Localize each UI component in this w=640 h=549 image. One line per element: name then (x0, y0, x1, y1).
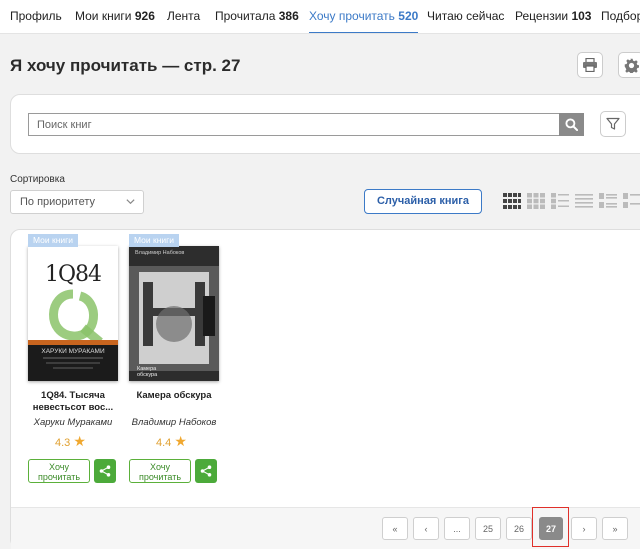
view-list-icon[interactable] (575, 193, 593, 209)
view-compact-icon[interactable] (623, 193, 640, 209)
book-title-line: Камера обскура (136, 390, 212, 401)
nav-tab-count: 520 (398, 9, 419, 23)
view-grid-medium-icon[interactable] (527, 193, 545, 209)
filter-icon (606, 117, 620, 130)
search-icon (565, 118, 578, 131)
page-button-25[interactable]: 25 (475, 517, 501, 540)
share-button[interactable] (195, 459, 217, 483)
star-icon: ★ (73, 433, 86, 449)
view-grid-list-icon[interactable] (551, 193, 569, 209)
printer-icon (583, 58, 597, 72)
page-button-26[interactable]: 26 (506, 517, 532, 540)
filter-button[interactable] (600, 111, 626, 137)
book-cover-art (129, 246, 219, 381)
top-navigation: Профиль Мои книги 926 Лента Прочитала 38… (0, 0, 640, 34)
sort-select[interactable]: По приоритету (10, 190, 144, 214)
gear-icon (624, 58, 639, 73)
my-books-badge: Мои книги (129, 234, 180, 247)
book-title-line: 1Q84. Тысяча (41, 390, 105, 401)
nav-tab-label: Профиль (10, 9, 62, 23)
book-rating: 4.3 ★ (55, 433, 86, 450)
cover-title-text: 1Q84 (44, 262, 102, 287)
share-button[interactable] (94, 459, 116, 483)
nav-tab-label: Подбор (601, 9, 640, 23)
book-author[interactable]: Владимир Набоков (119, 417, 229, 428)
nav-tab-count: 926 (134, 9, 155, 23)
view-detailed-list-icon[interactable] (599, 193, 617, 209)
nav-tab-reviews[interactable]: Рецензии 103 (515, 0, 592, 33)
cover-author-text: Владимир Набоков (135, 250, 185, 256)
nav-tab-label: Хочу прочитать (309, 9, 395, 23)
settings-button[interactable] (618, 52, 640, 78)
search-input[interactable] (28, 113, 559, 136)
cover-title-text: Камера обскура (137, 366, 158, 378)
random-book-button[interactable]: Случайная книга (364, 189, 482, 214)
page-title: Я хочу прочитать — стр. 27 (10, 56, 241, 75)
want-to-read-button[interactable]: Хочу прочитать (28, 459, 90, 483)
nav-tab-profile[interactable]: Профиль (10, 0, 62, 33)
sort-selected-value: По приоритету (20, 196, 96, 208)
print-button[interactable] (577, 52, 603, 78)
nav-tab-read[interactable]: Прочитала 386 (215, 0, 299, 33)
nav-tab-feed[interactable]: Лента (167, 0, 201, 33)
book-author[interactable]: Харуки Мураками (18, 417, 128, 428)
rating-value: 4.3 (55, 437, 71, 449)
nav-tab-count: 103 (571, 9, 592, 23)
nav-tab-label: Рецензии (515, 9, 569, 23)
share-icon (99, 465, 111, 477)
nav-tab-label: Прочитала (215, 9, 276, 23)
want-button-line: прочитать (138, 472, 182, 482)
my-books-badge: Мои книги (28, 234, 79, 247)
want-button-line: Хочу (49, 462, 69, 472)
nav-tab-count: 386 (278, 9, 299, 23)
want-button-line: прочитать (37, 472, 81, 482)
next-page-button[interactable]: › (571, 517, 597, 540)
current-page-highlight (532, 507, 569, 547)
want-to-read-button[interactable]: Хочу прочитать (129, 459, 191, 483)
first-page-button[interactable]: « (382, 517, 408, 540)
sort-label: Сортировка (10, 174, 65, 185)
want-button-line: Хочу (150, 462, 170, 472)
search-button[interactable] (559, 113, 584, 136)
book-title[interactable]: 1Q84. Тысяча невестьсот вос... (23, 390, 123, 414)
share-icon (200, 465, 212, 477)
nav-tab-selection[interactable]: Подбор (601, 0, 640, 33)
star-icon: ★ (174, 433, 187, 449)
book-title-line: невестьсот вос... (32, 402, 114, 413)
book-title[interactable]: Камера обскура (124, 390, 224, 402)
view-grid-large-icon[interactable] (503, 193, 521, 209)
book-cover[interactable]: 1Q84 ХАРУКИ МУРАКАМИ (28, 246, 118, 381)
book-cover[interactable]: Владимир Набоков Камера обскура (129, 246, 219, 381)
chevron-down-icon (126, 199, 135, 205)
nav-tab-want-to-read[interactable]: Хочу прочитать 520 (309, 0, 419, 33)
pagination-ellipsis[interactable]: ... (444, 517, 470, 540)
nav-tab-label: Читаю сейчас (427, 9, 505, 23)
rating-value: 4.4 (156, 437, 172, 449)
nav-tab-label: Мои книги (75, 9, 132, 23)
last-page-button[interactable]: » (602, 517, 628, 540)
nav-tab-my-books[interactable]: Мои книги 926 (75, 0, 155, 33)
book-rating: 4.4 ★ (156, 433, 187, 450)
nav-tab-reading-now[interactable]: Читаю сейчас (427, 0, 505, 33)
prev-page-button[interactable]: ‹ (413, 517, 439, 540)
nav-tab-label: Лента (167, 9, 201, 23)
cover-author-text: ХАРУКИ МУРАКАМИ (41, 348, 105, 355)
